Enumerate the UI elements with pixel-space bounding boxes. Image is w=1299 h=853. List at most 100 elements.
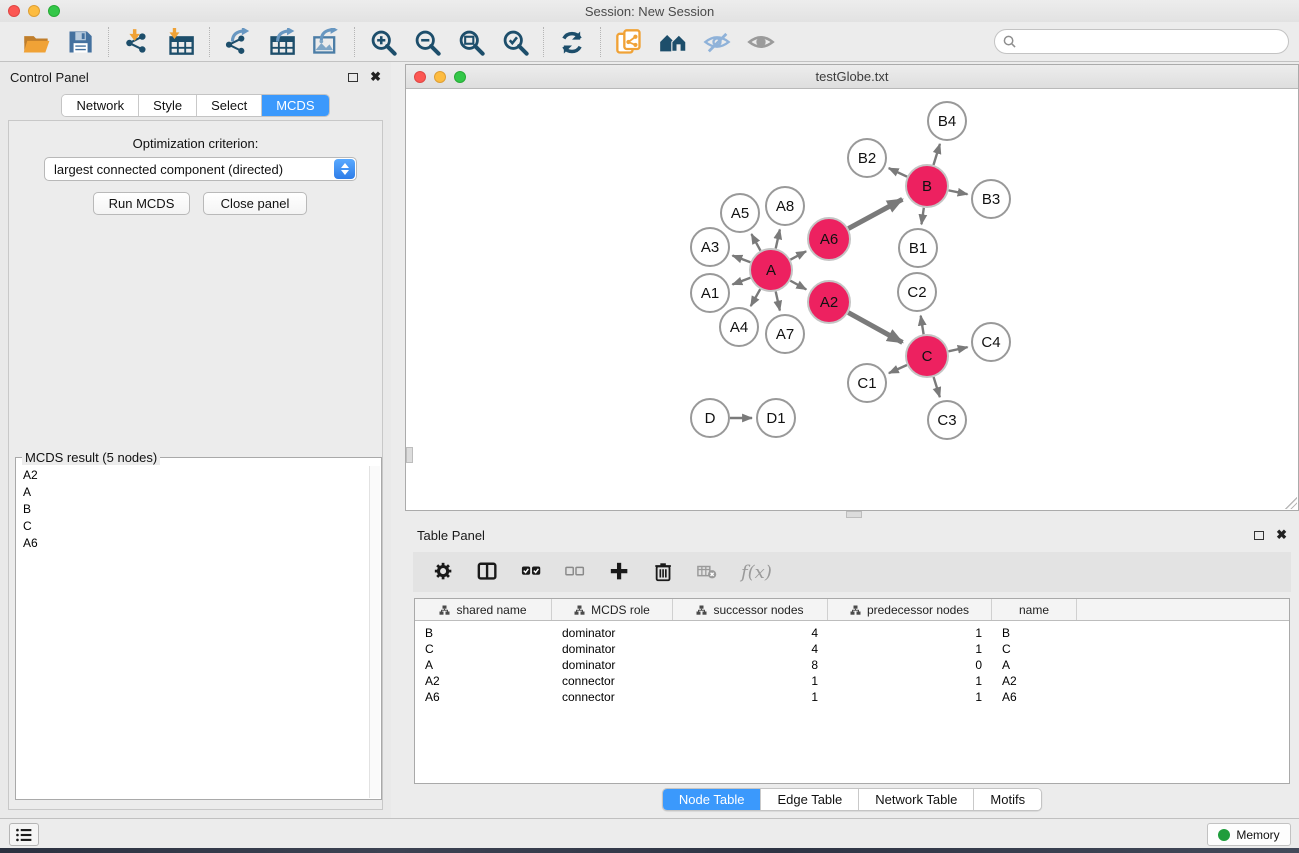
close-panel-button[interactable]: Close panel [203, 192, 307, 215]
optimization-dropdown[interactable]: largest connected component (directed) [44, 157, 357, 181]
mcds-result-item[interactable]: A6 [17, 534, 369, 551]
table-cell: C [415, 641, 552, 657]
edge-A-A3[interactable] [732, 255, 750, 262]
show-all-button[interactable] [743, 26, 779, 58]
control-panel: Control Panel ✖ NetworkStyleSelectMCDS O… [0, 62, 391, 818]
edge-A-A8[interactable] [776, 229, 780, 248]
deselect-all-button[interactable] [565, 561, 587, 583]
export-table-button[interactable] [264, 26, 300, 58]
mcds-result-item[interactable]: A2 [17, 466, 369, 483]
resize-grip-icon[interactable] [1285, 497, 1297, 509]
refresh-button[interactable] [554, 26, 590, 58]
horizontal-splitter-handle[interactable] [406, 447, 413, 463]
select-all-button[interactable] [521, 561, 543, 583]
status-bar: Memory [0, 818, 1299, 848]
table-cell: 1 [673, 673, 828, 689]
table-row[interactable]: Bdominator41B [415, 625, 1289, 641]
run-mcds-button[interactable]: Run MCDS [93, 192, 190, 215]
edge-B-B1[interactable] [921, 208, 923, 224]
delete-table-button[interactable] [697, 561, 719, 583]
zoom-selected-button[interactable] [497, 26, 533, 58]
function-builder-button[interactable]: f(x) [741, 562, 772, 583]
edge-A-A1[interactable] [732, 278, 750, 285]
mcds-result-item[interactable]: B [17, 500, 369, 517]
column-header-predecessor-nodes[interactable]: predecessor nodes [828, 599, 992, 620]
table-row[interactable]: Adominator80A [415, 657, 1289, 673]
tab-style[interactable]: Style [139, 95, 197, 116]
edge-A-A5[interactable] [751, 234, 760, 251]
vertical-splitter-handle[interactable] [846, 511, 862, 518]
tab-mcds[interactable]: MCDS [262, 95, 328, 116]
table-row[interactable]: A2connector11A2 [415, 673, 1289, 689]
network-from-selection-button[interactable] [611, 26, 647, 58]
graph-node-label-A2: A2 [820, 294, 838, 311]
export-network-button[interactable] [220, 26, 256, 58]
edge-C-C2[interactable] [921, 316, 924, 335]
task-history-button[interactable] [9, 823, 39, 846]
table-row[interactable]: A6connector11A6 [415, 689, 1289, 705]
result-scrollbar[interactable] [369, 466, 380, 798]
import-network-button[interactable] [119, 26, 155, 58]
memory-button[interactable]: Memory [1207, 823, 1291, 846]
table-row[interactable]: Cdominator41C [415, 641, 1289, 657]
graph-node-label-A5: A5 [731, 205, 749, 222]
edge-C-C4[interactable] [948, 347, 967, 351]
tab-network-table[interactable]: Network Table [859, 789, 974, 810]
columns-button[interactable] [477, 561, 499, 583]
edge-B-B2[interactable] [889, 168, 907, 177]
save-session-icon [66, 28, 94, 56]
edge-A-A4[interactable] [751, 289, 760, 306]
table-toolbar: f(x) [413, 552, 1291, 592]
column-header-shared-name[interactable]: shared name [415, 599, 552, 620]
column-header-successor-nodes[interactable]: successor nodes [673, 599, 828, 620]
gear-button[interactable] [433, 561, 455, 583]
edge-A-A2[interactable] [790, 281, 806, 290]
zoom-in-icon [369, 28, 397, 56]
import-table-icon [167, 28, 195, 56]
mcds-result-item[interactable]: A [17, 483, 369, 500]
optimization-label: Optimization criterion: [9, 136, 382, 151]
tab-node-table[interactable]: Node Table [663, 789, 762, 810]
table-float-panel-icon[interactable] [1254, 531, 1264, 540]
zoom-fit-button[interactable] [453, 26, 489, 58]
close-panel-icon[interactable]: ✖ [370, 72, 381, 82]
edge-C-C1[interactable] [889, 365, 907, 373]
edge-A2-C[interactable] [848, 313, 902, 343]
column-header-name[interactable]: name [992, 599, 1077, 620]
export-network-icon [224, 28, 252, 56]
edge-B-B3[interactable] [949, 190, 968, 194]
search-field [994, 29, 1289, 54]
tab-select[interactable]: Select [197, 95, 262, 116]
edge-A6-B[interactable] [848, 199, 902, 228]
zoom-in-button[interactable] [365, 26, 401, 58]
mcds-result-item[interactable]: C [17, 517, 369, 534]
edge-B-B4[interactable] [933, 144, 939, 165]
edge-C-C3[interactable] [934, 377, 940, 397]
deselect-all-icon [565, 561, 587, 583]
edge-A-A6[interactable] [790, 251, 806, 259]
export-table-icon [268, 28, 296, 56]
tab-motifs[interactable]: Motifs [974, 789, 1041, 810]
hide-selected-button[interactable] [699, 26, 735, 58]
first-neighbors-button[interactable] [655, 26, 691, 58]
delete-button[interactable] [653, 561, 675, 583]
export-image-button[interactable] [308, 26, 344, 58]
search-input[interactable] [1021, 32, 1288, 52]
graph-node-label-A8: A8 [776, 198, 794, 215]
edge-A-A7[interactable] [776, 291, 780, 310]
network-canvas[interactable]: B4B2BB3A8A5A6A3B1AA1C2A2A4A7C4CC1C3DD1 [406, 89, 1298, 510]
tab-network[interactable]: Network [62, 95, 139, 116]
float-panel-icon[interactable] [348, 73, 358, 82]
table-cell: 1 [828, 673, 992, 689]
open-session-button[interactable] [18, 26, 54, 58]
zoom-out-button[interactable] [409, 26, 445, 58]
save-session-button[interactable] [62, 26, 98, 58]
add-button[interactable] [609, 561, 631, 583]
table-cell: dominator [552, 641, 673, 657]
column-header-MCDS-role[interactable]: MCDS role [552, 599, 673, 620]
search-icon [1003, 35, 1016, 48]
table-body: Bdominator41BCdominator41CAdominator80AA… [415, 621, 1289, 705]
import-table-button[interactable] [163, 26, 199, 58]
table-close-panel-icon[interactable]: ✖ [1276, 530, 1287, 540]
tab-edge-table[interactable]: Edge Table [761, 789, 859, 810]
